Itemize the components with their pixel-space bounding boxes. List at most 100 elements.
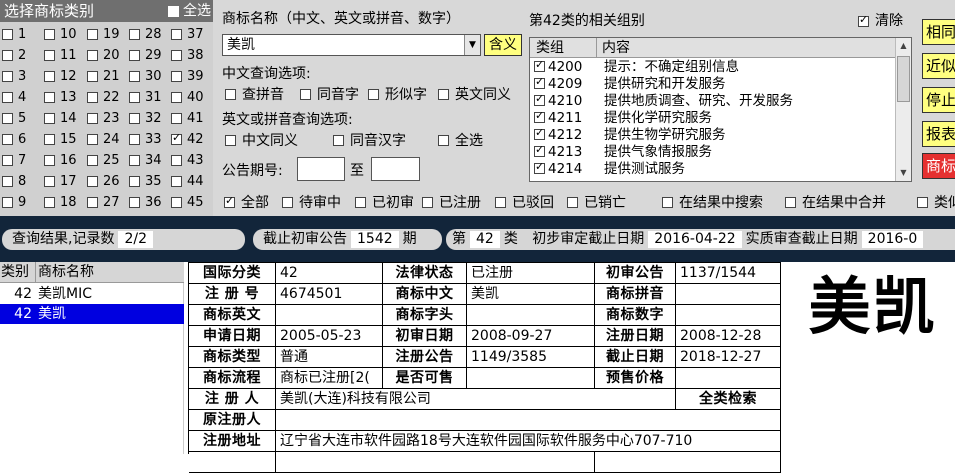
checkbox-icon[interactable] xyxy=(87,50,98,61)
checkbox-icon[interactable] xyxy=(438,89,449,100)
category-checkbox-31[interactable]: 31 xyxy=(129,87,162,108)
checkbox-icon[interactable] xyxy=(44,176,55,187)
group-row-4213[interactable]: 4213 提供气象情报服务 xyxy=(530,144,896,161)
checkbox-icon[interactable] xyxy=(438,135,449,146)
cn-option-homophone[interactable]: 同音字 xyxy=(300,85,359,105)
checkbox-icon[interactable] xyxy=(171,155,182,166)
checkbox-icon[interactable] xyxy=(2,71,13,82)
category-checkbox-39[interactable]: 39 xyxy=(171,66,204,87)
checkbox-icon[interactable] xyxy=(44,71,55,82)
checkbox-icon[interactable] xyxy=(567,197,578,208)
category-checkbox-19[interactable]: 19 xyxy=(87,24,120,45)
group-row-4211[interactable]: 4211 提供化学研究服务 xyxy=(530,110,896,127)
en-option-homophone-hanzi[interactable]: 同音汉字 xyxy=(333,131,406,151)
category-checkbox-3[interactable]: 3 xyxy=(2,66,26,87)
similar-checkbox[interactable]: 类似 xyxy=(917,193,955,213)
checkbox-icon[interactable] xyxy=(917,197,928,208)
checkbox-icon[interactable] xyxy=(534,59,545,72)
select-all-checkbox[interactable]: 全选 xyxy=(167,0,211,22)
checkbox-icon[interactable] xyxy=(87,71,98,82)
category-checkbox-17[interactable]: 17 xyxy=(44,171,77,192)
groups-scrollbar[interactable]: ▲ ▼ xyxy=(895,38,911,181)
checkbox-icon[interactable] xyxy=(44,29,55,40)
category-checkbox-45[interactable]: 45 xyxy=(171,192,204,213)
detail-all-search-label[interactable]: 全类检索 xyxy=(676,389,781,410)
category-checkbox-42[interactable]: 42 xyxy=(171,129,204,150)
checkbox-icon[interactable] xyxy=(171,113,182,124)
category-checkbox-7[interactable]: 7 xyxy=(2,150,26,171)
category-checkbox-11[interactable]: 11 xyxy=(44,45,77,66)
category-checkbox-5[interactable]: 5 xyxy=(2,108,26,129)
checkbox-icon[interactable] xyxy=(785,197,796,208)
checkbox-icon[interactable] xyxy=(2,29,13,40)
category-checkbox-33[interactable]: 33 xyxy=(129,129,162,150)
category-checkbox-2[interactable]: 2 xyxy=(2,45,26,66)
cn-option-pinyin[interactable]: 查拼音 xyxy=(225,85,284,105)
status-filter-0[interactable]: 全部 xyxy=(224,193,269,213)
category-checkbox-10[interactable]: 10 xyxy=(44,24,77,45)
checkbox-icon[interactable] xyxy=(129,29,140,40)
checkbox-icon[interactable] xyxy=(129,134,140,145)
checkbox-icon[interactable] xyxy=(129,176,140,187)
category-checkbox-30[interactable]: 30 xyxy=(129,66,162,87)
checkbox-icon[interactable] xyxy=(2,92,13,103)
checkbox-icon[interactable] xyxy=(44,92,55,103)
group-row-4209[interactable]: 4209 提供研究和开发服务 xyxy=(530,76,896,93)
category-checkbox-40[interactable]: 40 xyxy=(171,87,204,108)
checkbox-icon[interactable] xyxy=(2,50,13,61)
checkbox-icon[interactable] xyxy=(87,134,98,145)
category-checkbox-16[interactable]: 16 xyxy=(44,150,77,171)
checkbox-icon[interactable] xyxy=(44,50,55,61)
category-checkbox-26[interactable]: 26 xyxy=(87,171,120,192)
checkbox-icon[interactable] xyxy=(171,71,182,82)
category-checkbox-8[interactable]: 8 xyxy=(2,171,26,192)
group-row-4212[interactable]: 4212 提供生物学研究服务 xyxy=(530,127,896,144)
category-checkbox-41[interactable]: 41 xyxy=(171,108,204,129)
checkbox-icon[interactable] xyxy=(129,113,140,124)
checkbox-icon[interactable] xyxy=(225,89,236,100)
group-row-4214[interactable]: 4214 提供测试服务 xyxy=(530,161,896,178)
checkbox-icon[interactable] xyxy=(534,76,545,89)
checkbox-icon[interactable] xyxy=(44,197,55,208)
checkbox-icon[interactable] xyxy=(87,113,98,124)
checkbox-icon[interactable] xyxy=(87,155,98,166)
checkbox-icon[interactable] xyxy=(129,197,140,208)
cn-option-en-synonym[interactable]: 英文同义 xyxy=(438,85,511,105)
status-filter-3[interactable]: 已注册 xyxy=(422,193,481,213)
checkbox-icon[interactable] xyxy=(44,155,55,166)
category-checkbox-15[interactable]: 15 xyxy=(44,129,77,150)
checkbox-icon[interactable] xyxy=(129,50,140,61)
category-checkbox-4[interactable]: 4 xyxy=(2,87,26,108)
checkbox-icon[interactable] xyxy=(534,161,545,174)
checkbox-icon[interactable] xyxy=(44,113,55,124)
checkbox-icon[interactable] xyxy=(2,155,13,166)
category-checkbox-37[interactable]: 37 xyxy=(171,24,204,45)
checkbox-icon[interactable] xyxy=(171,131,182,145)
checkbox-icon[interactable] xyxy=(355,197,366,208)
category-checkbox-43[interactable]: 43 xyxy=(171,150,204,171)
checkbox-icon[interactable] xyxy=(534,144,545,157)
category-checkbox-9[interactable]: 9 xyxy=(2,192,26,213)
report-button[interactable]: 报表 xyxy=(922,121,955,147)
checkbox-icon[interactable] xyxy=(368,89,379,100)
category-checkbox-38[interactable]: 38 xyxy=(171,45,204,66)
category-checkbox-13[interactable]: 13 xyxy=(44,87,77,108)
checkbox-icon[interactable] xyxy=(87,176,98,187)
scroll-down-icon[interactable]: ▼ xyxy=(896,165,911,181)
category-checkbox-29[interactable]: 29 xyxy=(129,45,162,66)
category-checkbox-34[interactable]: 34 xyxy=(129,150,162,171)
checkbox-icon[interactable] xyxy=(333,135,344,146)
category-checkbox-20[interactable]: 20 xyxy=(87,45,120,66)
category-checkbox-12[interactable]: 12 xyxy=(44,66,77,87)
checkbox-icon[interactable] xyxy=(534,110,545,123)
category-checkbox-22[interactable]: 22 xyxy=(87,87,120,108)
checkbox-icon[interactable] xyxy=(171,92,182,103)
checkbox-icon[interactable] xyxy=(224,194,235,208)
checkbox-icon[interactable] xyxy=(129,155,140,166)
checkbox-icon[interactable] xyxy=(129,71,140,82)
category-checkbox-44[interactable]: 44 xyxy=(171,171,204,192)
checkbox-icon[interactable] xyxy=(2,134,13,145)
in-results-merge-checkbox[interactable]: 在结果中合并 xyxy=(785,193,886,213)
stop-button[interactable]: 停止 xyxy=(922,87,955,113)
checkbox-icon[interactable] xyxy=(87,197,98,208)
